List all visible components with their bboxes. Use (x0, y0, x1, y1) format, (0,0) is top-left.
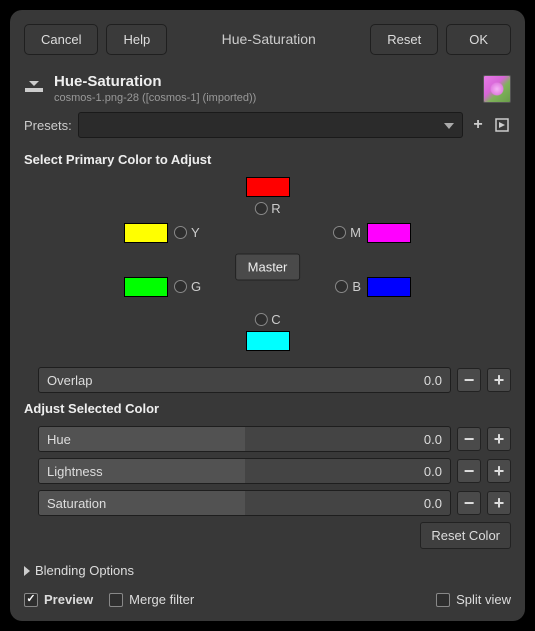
radio-g-label: G (191, 279, 201, 294)
hue-plus-button[interactable]: + (487, 427, 511, 451)
lightness-label: Lightness (47, 464, 103, 479)
split-view-checkbox-group[interactable]: Split view (436, 592, 511, 607)
header: Hue-Saturation cosmos-1.png-28 ([cosmos-… (24, 73, 511, 104)
overlap-minus-button[interactable]: − (457, 368, 481, 392)
manage-presets-icon[interactable] (493, 116, 511, 134)
overlap-label: Overlap (47, 373, 93, 388)
blending-options-label: Blending Options (35, 563, 134, 578)
image-thumbnail (483, 75, 511, 103)
hue-minus-button[interactable]: − (457, 427, 481, 451)
add-preset-icon[interactable]: + (469, 116, 487, 134)
preview-label: Preview (44, 592, 93, 607)
preview-checkbox-group[interactable]: Preview (24, 592, 93, 607)
presets-combo[interactable] (78, 112, 463, 138)
radio-b[interactable]: B (335, 279, 361, 294)
radio-m[interactable]: M (333, 225, 361, 240)
radio-y-input[interactable] (174, 226, 187, 239)
ok-button[interactable]: OK (446, 24, 511, 55)
overlap-plus-button[interactable]: + (487, 368, 511, 392)
radio-c-label: C (271, 312, 280, 327)
saturation-slider[interactable]: Saturation 0.0 (38, 490, 451, 516)
radio-g[interactable]: G (174, 279, 201, 294)
swatch-cyan (246, 331, 290, 351)
window-title: Hue-Saturation (175, 24, 362, 55)
preview-checkbox[interactable] (24, 593, 38, 607)
hue-row: Hue 0.0 − + (24, 426, 511, 452)
merge-filter-checkbox[interactable] (109, 593, 123, 607)
radio-m-label: M (350, 225, 361, 240)
reset-color-button[interactable]: Reset Color (420, 522, 511, 549)
adjust-title: Adjust Selected Color (24, 401, 511, 416)
radio-m-input[interactable] (333, 226, 346, 239)
radio-r[interactable]: R (254, 201, 280, 216)
saturation-minus-button[interactable]: − (457, 491, 481, 515)
help-button[interactable]: Help (106, 24, 167, 55)
radio-r-label: R (271, 201, 280, 216)
hue-value: 0.0 (424, 432, 442, 447)
swatch-magenta (367, 223, 411, 243)
cancel-button[interactable]: Cancel (24, 24, 98, 55)
overlap-value: 0.0 (424, 373, 442, 388)
saturation-value: 0.0 (424, 496, 442, 511)
split-view-label: Split view (456, 592, 511, 607)
swatch-blue (367, 277, 411, 297)
presets-label: Presets: (24, 118, 72, 133)
hue-label: Hue (47, 432, 71, 447)
lightness-value: 0.0 (424, 464, 442, 479)
bottom-row: Preview Merge filter Split view (24, 592, 511, 607)
image-name: cosmos-1.png-28 ([cosmos-1] (imported)) (54, 92, 256, 104)
radio-c[interactable]: C (254, 312, 280, 327)
reset-button[interactable]: Reset (370, 24, 438, 55)
saturation-plus-button[interactable]: + (487, 491, 511, 515)
lightness-plus-button[interactable]: + (487, 459, 511, 483)
overlap-slider[interactable]: Overlap 0.0 (38, 367, 451, 393)
merge-filter-label: Merge filter (129, 592, 194, 607)
lightness-slider[interactable]: Lightness 0.0 (38, 458, 451, 484)
saturation-row: Saturation 0.0 − + (24, 490, 511, 516)
radio-r-input[interactable] (254, 202, 267, 215)
overlap-row: Overlap 0.0 − + (24, 367, 511, 393)
hue-slider[interactable]: Hue 0.0 (38, 426, 451, 452)
saturation-label: Saturation (47, 496, 106, 511)
tool-icon (24, 81, 44, 97)
presets-row: Presets: + (24, 112, 511, 138)
lightness-row: Lightness 0.0 − + (24, 458, 511, 484)
merge-filter-checkbox-group[interactable]: Merge filter (109, 592, 194, 607)
swatch-red (246, 177, 290, 197)
master-button[interactable]: Master (235, 254, 301, 281)
select-primary-title: Select Primary Color to Adjust (24, 152, 511, 167)
caret-right-icon (24, 566, 30, 576)
swatch-yellow (124, 223, 168, 243)
radio-b-label: B (352, 279, 361, 294)
hue-saturation-dialog: Cancel Help Hue-Saturation Reset OK Hue-… (10, 10, 525, 621)
swatch-green (124, 277, 168, 297)
split-view-checkbox[interactable] (436, 593, 450, 607)
radio-g-input[interactable] (174, 280, 187, 293)
radio-c-input[interactable] (254, 313, 267, 326)
radio-y-label: Y (191, 225, 200, 240)
color-wheel: R M B C G Y Master (24, 177, 511, 357)
dialog-title: Hue-Saturation (54, 73, 256, 90)
blending-options-toggle[interactable]: Blending Options (24, 563, 511, 578)
radio-b-input[interactable] (335, 280, 348, 293)
radio-y[interactable]: Y (174, 225, 200, 240)
titlebar: Cancel Help Hue-Saturation Reset OK (24, 24, 511, 55)
lightness-minus-button[interactable]: − (457, 459, 481, 483)
